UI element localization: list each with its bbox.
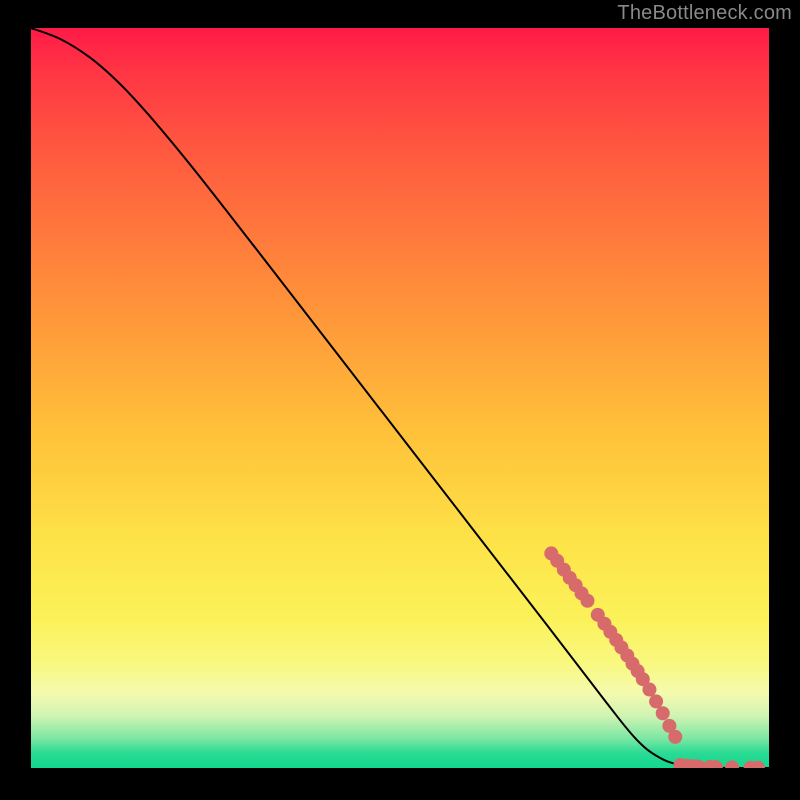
data-marker	[580, 594, 594, 608]
attribution-text: TheBottleneck.com	[617, 2, 792, 25]
data-marker	[656, 706, 670, 720]
data-markers	[544, 546, 765, 768]
data-marker	[642, 683, 656, 697]
plot-area	[31, 28, 769, 768]
data-marker	[725, 760, 739, 768]
chart-svg	[31, 28, 769, 768]
performance-curve	[31, 28, 769, 768]
chart-frame: TheBottleneck.com	[0, 0, 800, 800]
data-marker	[668, 730, 682, 744]
data-marker	[649, 694, 663, 708]
